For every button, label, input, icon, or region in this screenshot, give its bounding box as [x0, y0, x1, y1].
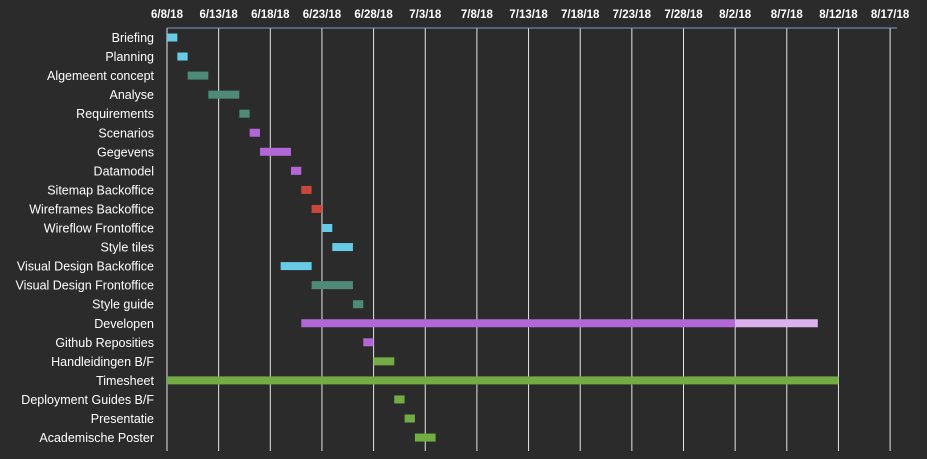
task-label: Algemeent concept: [47, 69, 155, 83]
x-tick-label: 6/8/18: [151, 9, 184, 21]
task-bar: [167, 376, 839, 385]
task-label: Wireframes Backoffice: [29, 202, 154, 216]
task-bar: [404, 414, 415, 423]
task-labels: Briefing Planning Algemeent concept Analyse…: [15, 31, 154, 445]
task-label: Gegevens: [97, 145, 154, 159]
x-tick-label: 8/17/18: [871, 9, 910, 21]
x-tick-label: 7/23/18: [613, 9, 652, 21]
x-tick-label: 7/8/18: [461, 9, 494, 21]
task-label: Style tiles: [101, 241, 155, 255]
task-label: Style guide: [92, 298, 154, 312]
task-label: Academische Poster: [39, 431, 154, 445]
x-tick-label: 7/13/18: [509, 9, 548, 21]
x-tick-label: 6/13/18: [199, 9, 238, 21]
task-bar: [373, 357, 395, 366]
x-tick-label: 8/12/18: [819, 9, 858, 21]
task-bar: [414, 433, 436, 442]
task-bar: [363, 338, 374, 347]
task-label: Wireflow Frontoffice: [44, 222, 154, 236]
task-bar: [280, 262, 312, 271]
task-label: Presentatie: [91, 412, 154, 426]
task-label: Github Reposities: [55, 336, 154, 350]
task-bar: [311, 281, 353, 290]
task-label: Sitemap Backoffice: [47, 183, 154, 197]
task-label: Visual Design Backoffice: [17, 260, 154, 274]
task-bar: [290, 166, 302, 175]
task-label: Deployment Guides B/F: [21, 393, 154, 407]
task-bars: [167, 33, 839, 442]
task-label: Planning: [105, 50, 154, 64]
task-label: Analyse: [110, 88, 155, 102]
task-bar-remaining: [735, 319, 818, 328]
task-bar: [187, 71, 209, 80]
task-bar: [167, 33, 178, 42]
task-label: Handleidingen B/F: [51, 355, 154, 369]
task-bar: [352, 300, 364, 309]
x-tick-labels: 6/8/18 6/13/18 6/18/18 6/23/18 6/28/18 7/3/18…: [151, 9, 910, 21]
task-label: Developen: [94, 317, 154, 331]
task-bar: [239, 109, 250, 118]
task-label: Visual Design Frontoffice: [15, 279, 154, 293]
task-bar: [177, 52, 188, 61]
task-bar: [208, 90, 240, 99]
x-tick-label: 8/7/18: [771, 9, 804, 21]
task-bar: [301, 185, 312, 194]
task-label: Timesheet: [96, 374, 154, 388]
x-tick-label: 7/28/18: [664, 9, 703, 21]
task-label: Briefing: [112, 31, 154, 45]
x-tick-label: 7/18/18: [561, 9, 600, 21]
x-tick-label: 6/18/18: [251, 9, 290, 21]
task-bar: [332, 243, 353, 252]
task-bar: [249, 128, 260, 137]
x-tick-label: 6/28/18: [354, 9, 393, 21]
x-tick-label: 6/23/18: [303, 9, 342, 21]
task-bar: [311, 204, 322, 213]
grid-lines: [166, 28, 891, 451]
task-label: Datamodel: [94, 164, 154, 178]
task-label: Requirements: [76, 107, 154, 121]
x-tick-label: 8/2/18: [719, 9, 752, 21]
gantt-chart: 6/8/18 6/13/18 6/18/18 6/23/18 6/28/18 7/3/18…: [15, 9, 910, 451]
task-bar: [259, 147, 291, 156]
task-bar: [394, 395, 405, 404]
task-label: Scenarios: [98, 126, 154, 140]
x-tick-label: 7/3/18: [409, 9, 442, 21]
task-bar: [301, 319, 736, 328]
task-bar: [321, 224, 333, 232]
